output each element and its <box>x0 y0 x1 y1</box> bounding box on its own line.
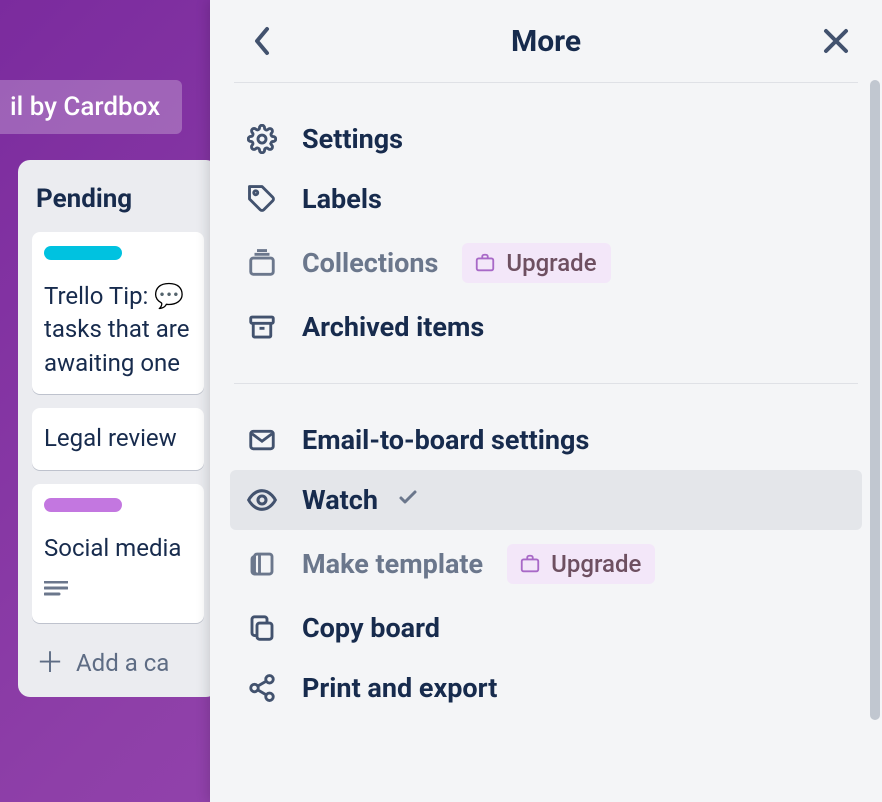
add-card-button[interactable]: ＋ Add a ca <box>18 637 218 677</box>
check-icon <box>396 484 420 516</box>
share-icon <box>246 672 278 704</box>
briefcase-icon <box>519 553 541 575</box>
panel-header: More <box>210 0 882 82</box>
panel-title: More <box>511 24 581 59</box>
template-icon <box>246 548 278 580</box>
menu-item-archived[interactable]: Archived items <box>230 297 862 357</box>
menu-item-watch[interactable]: Watch <box>230 470 862 530</box>
card-label-teal[interactable] <box>44 246 122 260</box>
list-card[interactable]: Trello Tip: 💬 tasks that are awaiting on… <box>32 232 204 394</box>
card-label-purple[interactable] <box>44 498 122 512</box>
list-column: Pending Trello Tip: 💬 tasks that are awa… <box>18 160 218 697</box>
menu-item-settings[interactable]: Settings <box>230 109 862 169</box>
menu-item-email-to-board[interactable]: Email-to-board settings <box>230 410 862 470</box>
collections-icon <box>246 247 278 279</box>
archive-icon <box>246 311 278 343</box>
card-text: Legal review <box>44 422 192 456</box>
list-card[interactable]: Social media <box>32 484 204 623</box>
upgrade-badge[interactable]: Upgrade <box>462 243 610 283</box>
menu-label: Collections <box>302 247 438 279</box>
menu-item-make-template[interactable]: Make template Upgrade <box>230 530 862 598</box>
upgrade-label: Upgrade <box>551 550 641 578</box>
menu-label: Make template <box>302 548 483 580</box>
powerup-button[interactable]: il by Cardbox <box>0 80 182 134</box>
add-card-label: Add a ca <box>76 649 169 677</box>
card-text: Social media <box>44 532 192 566</box>
tag-icon <box>246 183 278 215</box>
mail-icon <box>246 424 278 456</box>
eye-icon <box>246 484 278 516</box>
menu-item-labels[interactable]: Labels <box>230 169 862 229</box>
card-text: Trello Tip: 💬 tasks that are awaiting on… <box>44 280 192 381</box>
menu-label: Settings <box>302 123 403 155</box>
menu-item-copy-board[interactable]: Copy board <box>230 598 862 658</box>
more-menu-panel: More Settings Labels <box>210 0 882 802</box>
menu-item-collections[interactable]: Collections Upgrade <box>230 229 862 297</box>
menu-label: Copy board <box>302 612 440 644</box>
back-button[interactable] <box>240 19 284 63</box>
briefcase-icon <box>474 252 496 274</box>
menu-label: Print and export <box>302 672 497 704</box>
gear-icon <box>246 123 278 155</box>
list-title[interactable]: Pending <box>18 174 218 232</box>
menu-section: Settings Labels Collections Upgrade <box>230 83 862 383</box>
close-icon <box>823 28 849 54</box>
plus-icon: ＋ <box>36 649 64 677</box>
menu-section: Email-to-board settings Watch Make templ… <box>230 384 862 744</box>
list-card[interactable]: Legal review <box>32 408 204 470</box>
menu-label: Watch <box>302 484 378 516</box>
menu-label: Email-to-board settings <box>302 424 589 456</box>
menu-label: Archived items <box>302 311 484 343</box>
close-button[interactable] <box>814 19 858 63</box>
scrollbar-thumb[interactable] <box>870 80 880 720</box>
chevron-left-icon <box>253 26 271 56</box>
powerup-label: il by Cardbox <box>10 92 160 122</box>
upgrade-label: Upgrade <box>506 249 596 277</box>
upgrade-badge[interactable]: Upgrade <box>507 544 655 584</box>
menu-label: Labels <box>302 183 382 215</box>
description-icon <box>44 575 192 609</box>
menu-item-print-export[interactable]: Print and export <box>230 658 862 718</box>
copy-icon <box>246 612 278 644</box>
